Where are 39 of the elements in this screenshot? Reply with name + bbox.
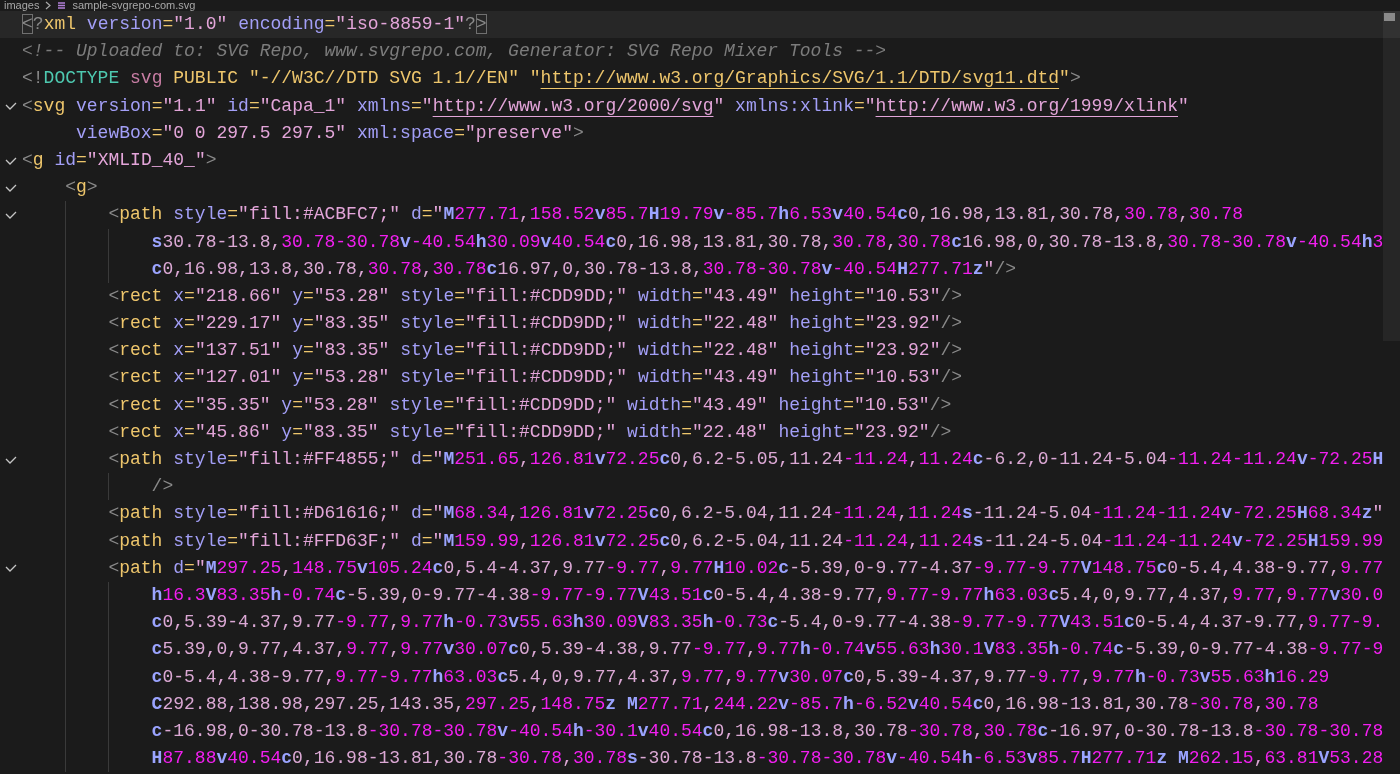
- chevron-down-icon[interactable]: [5, 183, 17, 192]
- code-line: <path style="fill:#FF4855;" d="M251.65,126.81v72.25c0,6.2-5.05,11.24-11.24,11.24c-6.2,0-11.24-5.04-11.24-11.24v-72.25H: [108, 448, 1384, 471]
- chevron-down-icon[interactable]: [5, 156, 17, 165]
- code-line: <rect x="218.66" y="53.28" style="fill:#CDD9DD;" width="43.49" height="10.53"/>: [108, 284, 963, 308]
- code-line: <path d="M297.25,148.75v105.24c0,5.4-4.37,9.77-9.77,9.77H10.02c-5.39,0-9.77-4.37-9.77-9.77V148.75c0-5.4,4.38-9.77,9.77: [108, 556, 1384, 580]
- code-line: c-16.98,0-30.78-13.8-30.78-30.78v-40.54h-30.1v40.54c0,16.98-13.8,30.78-30.78,30.78c-16.97,0-30.78-13.8-30.78-30.78: [151, 719, 1384, 743]
- code-line: C292.88,138.98,297.25,143.35,297.25,148.75z M277.71,244.22v-85.7h-6.52v40.54c0,16.98-13.81,30.78-30.78,30.78: [151, 692, 1319, 716]
- chevron-down-icon[interactable]: [5, 564, 17, 573]
- code-line: c5.39,0,9.77,4.37,9.77,9.77v30.07c0,5.39-4.38,9.77-9.77,9.77h-0.74v55.63h30.1V83.35h-0.74c-5.39,0-9.77-4.38-9.77-9: [151, 638, 1384, 662]
- code-line: <!DOCTYPE svg PUBLIC "-//W3C//DTD SVG 1.1//EN" "http://www.w3.org/Graphics/SVG/1.1/DTD/svg11.dtd">: [22, 67, 1081, 91]
- code-line: h16.3V83.35h-0.74c-5.39,0-9.77-4.38-9.77-9.77V43.51c0-5.4,4.38-9.77,9.77-9.77h63.03c5.4,0,9.77,4.37,9.77,9.77v30.0: [151, 583, 1384, 607]
- code-line: <svg version="1.1" id="Capa_1" xmlns="http://www.w3.org/2000/svg" xmlns:xlink="http://www.w3.org/1999/xlink": [22, 94, 1189, 118]
- code-line: <path style="fill:#FFD63F;" d="M159.99,126.81v72.25c0,6.2-5.04,11.24-11.24,11.24s-11.24-5.04-11.24-11.24v-72.25H159.99: [108, 529, 1384, 553]
- code-line: <rect x="35.35" y="53.28" style="fill:#CDD9DD;" width="43.49" height="10.53"/>: [108, 393, 952, 417]
- code-line: <rect x="229.17" y="83.35" style="fill:#CDD9DD;" width="22.48" height="23.92"/>: [108, 312, 963, 336]
- code-line: c0,16.98,13.8,30.78,30.78,30.78c16.97,0,30.78-13.8,30.78-30.78v-40.54H277.71z"/>: [151, 257, 1016, 281]
- code-line: s30.78-13.8,30.78-30.78v-40.54h30.09v40.54c0,16.98,13.81,30.78,30.78,30.78c16.98,0,30.78-13.8,30.78-30.78v-40.54h3: [151, 230, 1384, 254]
- chevron-down-icon[interactable]: [5, 455, 17, 464]
- code-line: <rect x="45.86" y="83.35" style="fill:#CDD9DD;" width="22.48" height="23.92"/>: [108, 420, 952, 444]
- breadcrumb-item[interactable]: images: [4, 0, 40, 11]
- breadcrumb-item[interactable]: sample-svgrepo-com.svg: [72, 0, 196, 11]
- chevron-right-icon: [45, 1, 52, 10]
- scrollbar-thumb[interactable]: [1383, 11, 1400, 341]
- code-line: <rect x="127.01" y="53.28" style="fill:#CDD9DD;" width="43.49" height="10.53"/>: [108, 366, 963, 390]
- code-line: c0-5.4,4.38-9.77,9.77-9.77h63.03c5.4,0,9.77,4.37,9.77,9.77v30.07c0,5.39-4.37,9.77-9.77,9.77h-0.73v55.63h16.29: [151, 665, 1330, 689]
- code-line: c0,5.39-4.37,9.77-9.77,9.77h-0.73v55.63h30.09V83.35h-0.73c-5.4,0-9.77-4.38-9.77-9.77V43.51c0-5.4,4.37-9.77,9.77-9.: [151, 611, 1384, 635]
- file-icon: [57, 1, 67, 10]
- code-line: />: [151, 475, 174, 499]
- code-line: <path style="fill:#D61616;" d="M68.34,126.81v72.25c0,6.2-5.04,11.24-11.24,11.24s-11.24-5.04-11.24-11.24v-72.25H68.34z": [108, 502, 1384, 526]
- cursor-marker: [1384, 13, 1395, 21]
- code-line: viewBox="0 0 297.5 297.5" xml:space="preserve">: [76, 121, 584, 145]
- code-line: H87.88v40.54c0,16.98-13.81,30.78-30.78,30.78s-30.78-13.8-30.78-30.78v-40.54h-6.53v85.7H277.71z M262.15,63.81V53.28: [151, 747, 1384, 771]
- chevron-down-icon[interactable]: [5, 102, 17, 111]
- code-line: <path style="fill:#ACBFC7;" d="M277.71,158.52v85.7H19.79v-85.7h6.53v40.54c0,16.98,13.81,30.78,30.78,30.78: [108, 203, 1243, 227]
- code-line: <g>: [65, 176, 98, 200]
- chevron-down-icon[interactable]: [5, 210, 17, 219]
- code-comment: <!-- Uploaded to: SVG Repo, www.svgrepo.com, Generator: SVG Repo Mixer Tools -->: [22, 40, 887, 64]
- code-line: <g id="XMLID_40_">: [22, 148, 217, 172]
- code-line: <rect x="137.51" y="83.35" style="fill:#CDD9DD;" width="22.48" height="23.92"/>: [108, 339, 963, 363]
